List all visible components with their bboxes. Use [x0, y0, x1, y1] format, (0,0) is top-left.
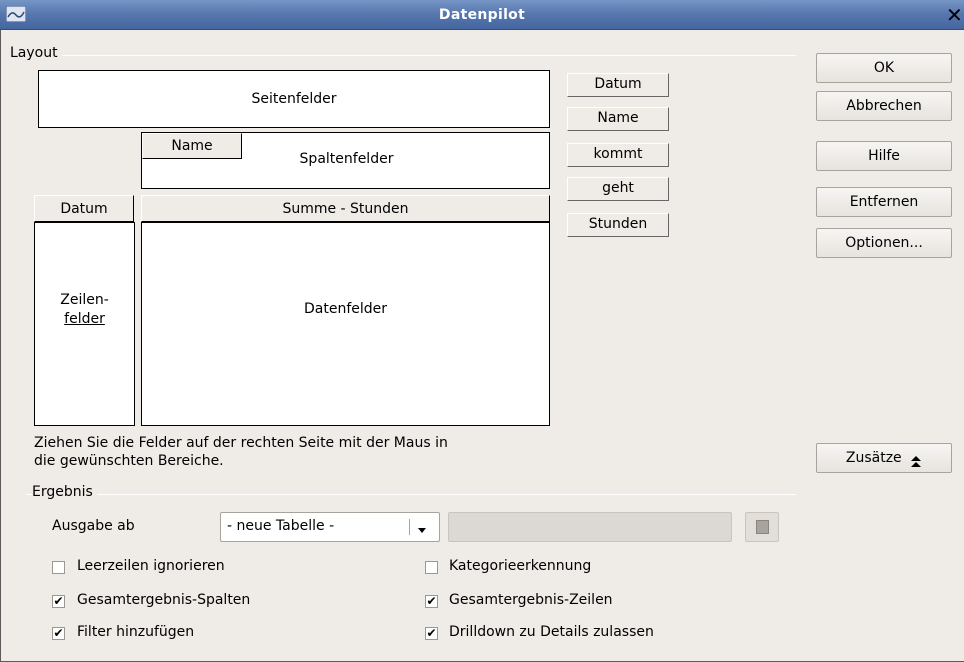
drag-hint-line1: Ziehen Sie die Felder auf der rechten Se…	[34, 435, 448, 451]
cancel-button[interactable]: Abbrechen	[816, 91, 952, 121]
check-icon: ✔	[426, 626, 437, 640]
result-separator	[26, 494, 796, 495]
checkbox-total-rows[interactable]: ✔	[425, 595, 438, 608]
checkbox-add-filter-label: Filter hinzufügen	[77, 624, 195, 640]
close-icon[interactable]: ✕	[946, 4, 964, 26]
data-fields-label: Datenfelder	[303, 301, 388, 317]
checkbox-drilldown-label: Drilldown zu Details zulassen	[449, 624, 654, 640]
drag-hint-line2: die gewünschten Bereiche.	[34, 453, 224, 469]
row-fields-label-1: Zeilen-	[60, 292, 109, 308]
data-field-sum-hours[interactable]: Summe - Stunden	[141, 195, 550, 222]
select-divider	[409, 519, 410, 535]
row-fields-label-2: felder	[64, 311, 105, 327]
output-select[interactable]: - neue Tabelle -	[220, 512, 440, 542]
available-field-datum[interactable]: Datum	[567, 73, 669, 97]
double-chevron-up-icon	[910, 451, 922, 467]
layout-separator	[26, 55, 796, 56]
page-fields-label: Seitenfelder	[251, 91, 337, 107]
more-button-label: Zusätze	[845, 450, 902, 466]
output-cell-input[interactable]	[448, 512, 732, 542]
available-field-geht[interactable]: geht	[567, 177, 669, 201]
available-field-name[interactable]: Name	[567, 107, 669, 131]
row-fields-area[interactable]: Zeilen- felder	[34, 222, 135, 426]
drag-hint: Ziehen Sie die Felder auf der rechten Se…	[34, 434, 448, 470]
output-select-value: - neue Tabelle -	[227, 518, 335, 534]
ok-button[interactable]: OK	[816, 53, 952, 83]
output-label: Ausgabe ab	[52, 518, 135, 534]
shrink-icon	[756, 520, 769, 534]
data-fields-area[interactable]: Datenfelder	[141, 222, 550, 426]
column-field-name[interactable]: Name	[142, 133, 242, 159]
check-icon: ✔	[53, 594, 64, 608]
window-title: Datenpilot	[438, 7, 526, 23]
available-field-stunden[interactable]: Stunden	[567, 213, 669, 237]
checkbox-total-rows-label: Gesamtergebnis-Zeilen	[449, 592, 613, 608]
result-group-label: Ergebnis	[32, 484, 97, 500]
check-icon: ✔	[53, 626, 64, 640]
available-field-kommt[interactable]: kommt	[567, 143, 669, 167]
check-icon: ✔	[426, 594, 437, 608]
checkbox-identify-categories[interactable]	[425, 561, 438, 574]
remove-button[interactable]: Entfernen	[816, 187, 952, 217]
layout-group-label: Layout	[10, 45, 62, 61]
options-button[interactable]: Optionen...	[816, 228, 952, 258]
checkbox-identify-categories-label: Kategorieerkennung	[449, 558, 592, 574]
checkbox-ignore-empty-rows[interactable]	[52, 561, 65, 574]
page-fields-area[interactable]: Seitenfelder	[38, 70, 550, 128]
shrink-button[interactable]	[745, 512, 779, 542]
help-button[interactable]: Hilfe	[816, 141, 952, 171]
checkbox-add-filter[interactable]: ✔	[52, 627, 65, 640]
more-button[interactable]: Zusätze	[816, 443, 952, 473]
checkbox-drilldown[interactable]: ✔	[425, 627, 438, 640]
checkbox-total-columns-label: Gesamtergebnis-Spalten	[77, 592, 251, 608]
chevron-down-icon	[417, 523, 427, 539]
row-field-datum[interactable]: Datum	[34, 195, 134, 222]
checkbox-ignore-empty-rows-label: Leerzeilen ignorieren	[77, 558, 225, 574]
checkbox-total-columns[interactable]: ✔	[52, 595, 65, 608]
